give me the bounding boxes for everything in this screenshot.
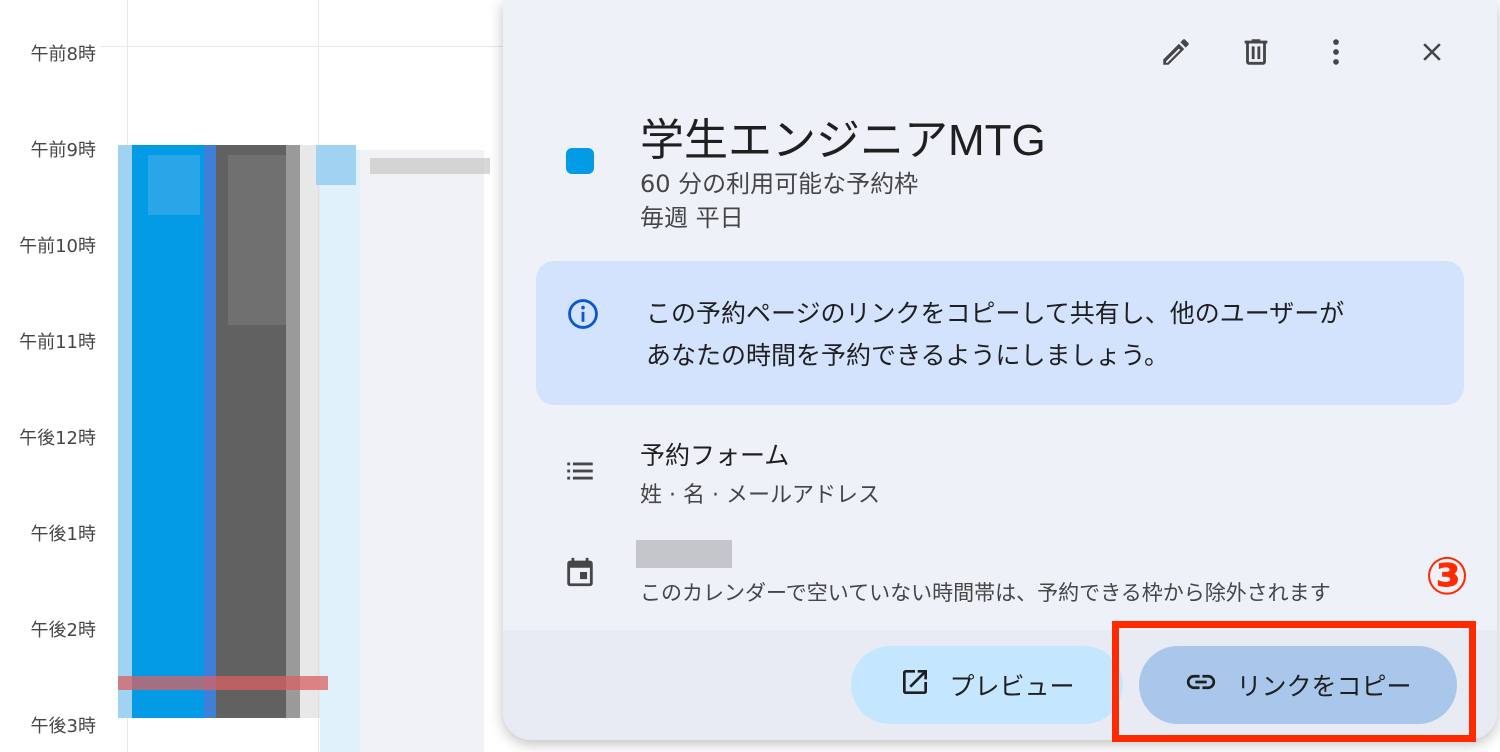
event-title: 学生エンジニアMTG	[640, 116, 1046, 165]
time-label: 午後2時	[30, 620, 96, 641]
time-label: 午前8時	[30, 44, 96, 65]
preview-button-label: プレビュー	[949, 672, 1075, 701]
event-block[interactable]	[360, 150, 484, 752]
recurrence-text: 毎週 平日	[640, 204, 744, 232]
event-block[interactable]	[132, 145, 204, 718]
event-text-blur	[148, 155, 200, 215]
time-label: 午前11時	[19, 332, 96, 353]
close-icon[interactable]	[1410, 30, 1454, 74]
time-label: 午後3時	[30, 716, 96, 737]
calendar-exclusion-note: このカレンダーで空いていない時間帯は、予約できる枠から除外されます	[640, 581, 1331, 605]
info-banner: この予約ページのリンクをコピーして共有し、他のユーザーが あなたの時間を予約でき…	[536, 261, 1464, 405]
step-number: ③	[1424, 547, 1470, 607]
event-text-blur	[370, 158, 490, 174]
time-label: 午前10時	[19, 236, 96, 257]
info-text-line: この予約ページのリンクをコピーして共有し、他のユーザーが	[646, 299, 1345, 328]
hour-line	[100, 46, 520, 47]
booking-form-label: 予約フォーム	[640, 441, 790, 470]
event-block[interactable]	[204, 145, 216, 718]
time-label: 午前9時	[30, 140, 96, 161]
calendar-icon	[563, 555, 597, 593]
event-block[interactable]	[320, 150, 360, 752]
info-text-line: あなたの時間を予約できるようにしましょう。	[646, 341, 1170, 370]
trash-icon[interactable]	[1234, 30, 1278, 74]
current-time-indicator	[118, 676, 328, 690]
event-block[interactable]	[316, 145, 356, 185]
list-icon	[563, 454, 597, 492]
event-color-swatch	[566, 148, 594, 174]
event-block[interactable]	[286, 145, 300, 718]
slot-description: 60 分の利用可能な予約枠	[640, 170, 919, 198]
time-label: 午後12時	[19, 428, 96, 449]
preview-button[interactable]: プレビュー	[851, 646, 1123, 724]
event-block[interactable]	[118, 145, 132, 718]
info-text: この予約ページのリンクをコピーして共有し、他のユーザーが あなたの時間を予約でき…	[646, 293, 1446, 377]
highlight-box	[1112, 621, 1476, 742]
calendar-owner-redacted	[636, 540, 732, 568]
time-label: 午後1時	[30, 524, 96, 545]
booking-form-fields: 姓 · 名 · メールアドレス	[640, 483, 880, 508]
event-text-blur	[228, 155, 286, 325]
info-icon	[566, 297, 600, 335]
pencil-icon[interactable]	[1154, 30, 1198, 74]
more-vert-icon[interactable]	[1314, 30, 1358, 74]
open-in-new-icon	[899, 666, 931, 704]
